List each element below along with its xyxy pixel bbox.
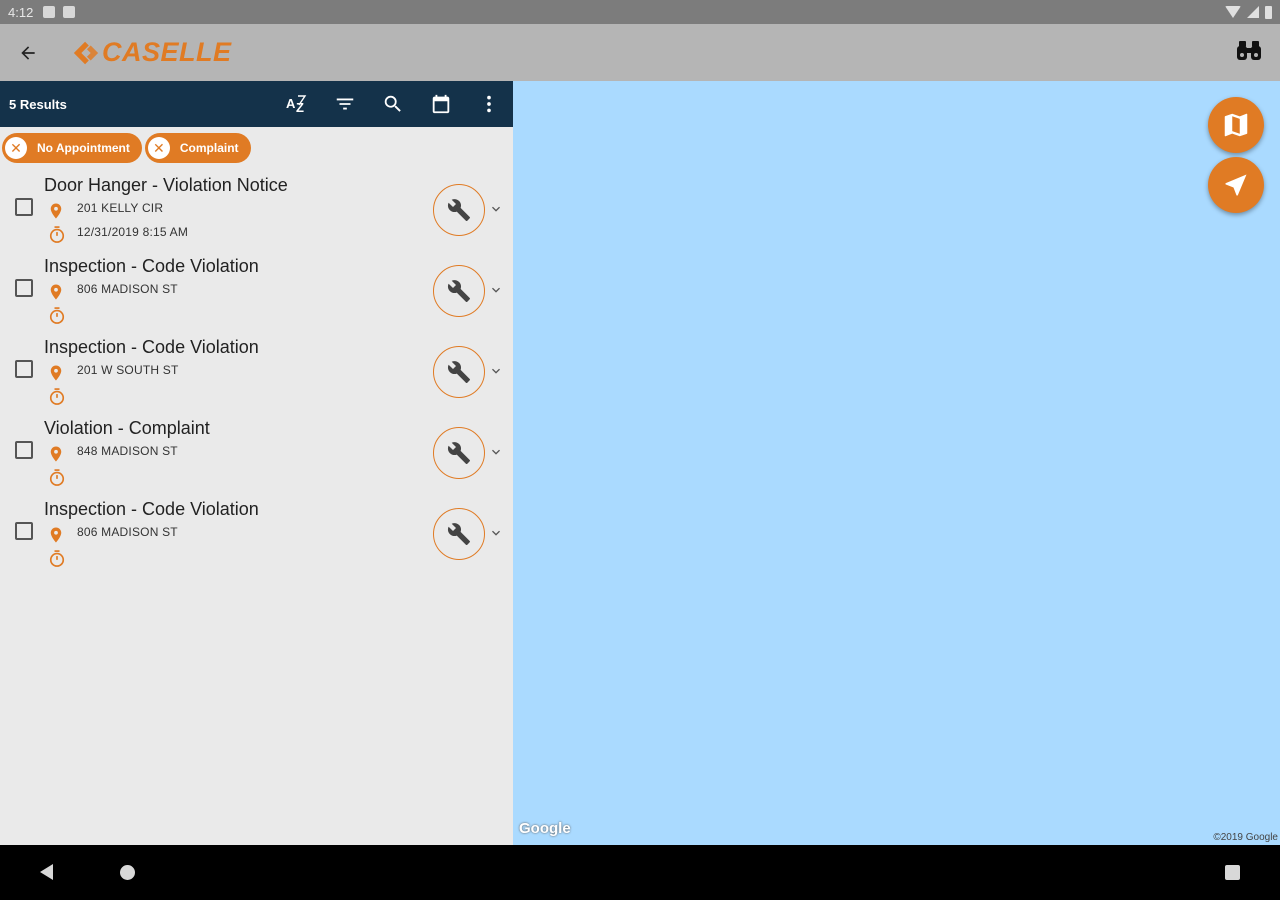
filter-button[interactable] (321, 81, 369, 127)
work-action-button[interactable] (433, 265, 485, 317)
storage-icon (63, 6, 76, 18)
google-logo: Google (519, 820, 571, 837)
location-pin-icon (50, 527, 62, 543)
signal-icon (1247, 6, 1259, 18)
map-copyright: ©2019 Google (1213, 832, 1278, 843)
location-pin-icon (50, 284, 62, 300)
list-item[interactable]: Inspection - Code Violation 806 MADISON … (0, 489, 513, 570)
nav-home-icon[interactable] (120, 865, 135, 880)
nav-back-icon[interactable] (40, 864, 53, 880)
my-location-button[interactable] (1208, 157, 1264, 213)
item-title: Inspection - Code Violation (44, 256, 259, 276)
results-panel: 5 Results A Z ✕ No Appointment ✕ Complai… (0, 81, 513, 845)
filter-chips: ✕ No Appointment ✕ Complaint (0, 127, 513, 165)
item-address: 806 MADISON ST (77, 282, 178, 296)
system-nav-bar (0, 845, 1280, 900)
results-toolbar: 5 Results A Z (0, 81, 513, 127)
item-title: Inspection - Code Violation (44, 337, 259, 357)
item-date: 12/31/2019 8:15 AM (77, 225, 189, 239)
select-checkbox[interactable] (15, 441, 33, 459)
calendar-button[interactable] (417, 81, 465, 127)
list-item[interactable]: Inspection - Code Violation 201 W SOUTH … (0, 327, 513, 408)
item-title: Door Hanger - Violation Notice (44, 175, 288, 195)
svg-text:A: A (286, 96, 296, 111)
back-button[interactable] (0, 24, 56, 81)
work-action-button[interactable] (433, 427, 485, 479)
wrench-icon (447, 199, 470, 221)
chip-label: No Appointment (37, 141, 130, 155)
chevron-down-icon[interactable] (488, 444, 504, 460)
battery-icon (1265, 5, 1272, 19)
close-icon[interactable]: ✕ (147, 137, 170, 159)
status-time: 4:12 (8, 4, 34, 20)
binoculars-button[interactable] (1236, 40, 1262, 67)
more-vert-icon (487, 95, 491, 113)
filter-chip-complaint[interactable]: ✕ Complaint (144, 133, 251, 163)
caselle-logo: CASELLE (72, 37, 232, 68)
item-title: Inspection - Code Violation (44, 499, 259, 519)
item-address: 201 KELLY CIR (77, 201, 164, 215)
work-order-list: Door Hanger - Violation Notice 201 KELLY… (0, 165, 513, 570)
wifi-icon (1225, 6, 1241, 18)
timer-icon (49, 388, 65, 405)
item-address: 848 MADISON ST (77, 444, 178, 458)
chevron-down-icon[interactable] (488, 201, 504, 217)
list-item[interactable]: Inspection - Code Violation 806 MADISON … (0, 246, 513, 327)
filter-chip-no-appointment[interactable]: ✕ No Appointment (2, 133, 142, 163)
timer-icon (49, 469, 65, 486)
select-checkbox[interactable] (15, 279, 33, 297)
wrench-icon (447, 523, 470, 545)
arrow-back-icon (21, 45, 35, 60)
work-action-button[interactable] (433, 184, 485, 236)
filter-icon (336, 98, 354, 110)
status-bar: 4:12 (0, 0, 1280, 24)
logo-text: CASELLE (102, 37, 232, 67)
navigation-arrow-icon (1225, 174, 1247, 196)
sort-az-button[interactable]: A Z (273, 81, 321, 127)
select-checkbox[interactable] (15, 198, 33, 216)
close-icon[interactable]: ✕ (5, 137, 27, 159)
chevron-down-icon[interactable] (488, 525, 504, 541)
sort-az-icon: A Z (286, 95, 307, 115)
search-icon (384, 95, 401, 112)
results-count: 5 Results (9, 96, 67, 112)
binoculars-icon (1237, 41, 1261, 60)
notification-icon (43, 6, 56, 18)
wrench-icon (447, 280, 470, 302)
select-checkbox[interactable] (15, 360, 33, 378)
item-address: 806 MADISON ST (77, 525, 178, 539)
location-pin-icon (50, 446, 62, 462)
timer-icon (49, 550, 65, 567)
chevron-down-icon[interactable] (488, 363, 504, 379)
list-item[interactable]: Door Hanger - Violation Notice 201 KELLY… (0, 165, 513, 246)
caselle-logo-mark-icon (73, 41, 99, 64)
wrench-icon (447, 442, 470, 464)
app-screen: 4:12 CASELLE 5 Results A Z ✕ No Appointm… (0, 0, 1280, 900)
chevron-down-icon[interactable] (488, 282, 504, 298)
timer-icon (49, 307, 65, 324)
search-button[interactable] (369, 81, 417, 127)
list-item[interactable]: Violation - Complaint 848 MADISON ST (0, 408, 513, 489)
item-address: 201 W SOUTH ST (77, 363, 179, 377)
more-options-button[interactable] (465, 81, 513, 127)
app-bar: CASELLE (0, 24, 1280, 81)
work-action-button[interactable] (433, 346, 485, 398)
nav-recents-icon[interactable] (1225, 865, 1240, 880)
location-pin-icon (50, 203, 62, 219)
item-title: Violation - Complaint (44, 418, 210, 438)
chip-label: Complaint (179, 141, 239, 155)
wrench-icon (447, 361, 470, 383)
map-layers-button[interactable] (1208, 97, 1264, 153)
select-checkbox[interactable] (15, 522, 33, 540)
map-icon (1224, 113, 1248, 137)
work-action-button[interactable] (433, 508, 485, 560)
location-pin-icon (50, 365, 62, 381)
calendar-icon (432, 94, 450, 114)
timer-icon (49, 226, 65, 243)
map-view[interactable]: Google ©2019 Google (513, 81, 1280, 845)
